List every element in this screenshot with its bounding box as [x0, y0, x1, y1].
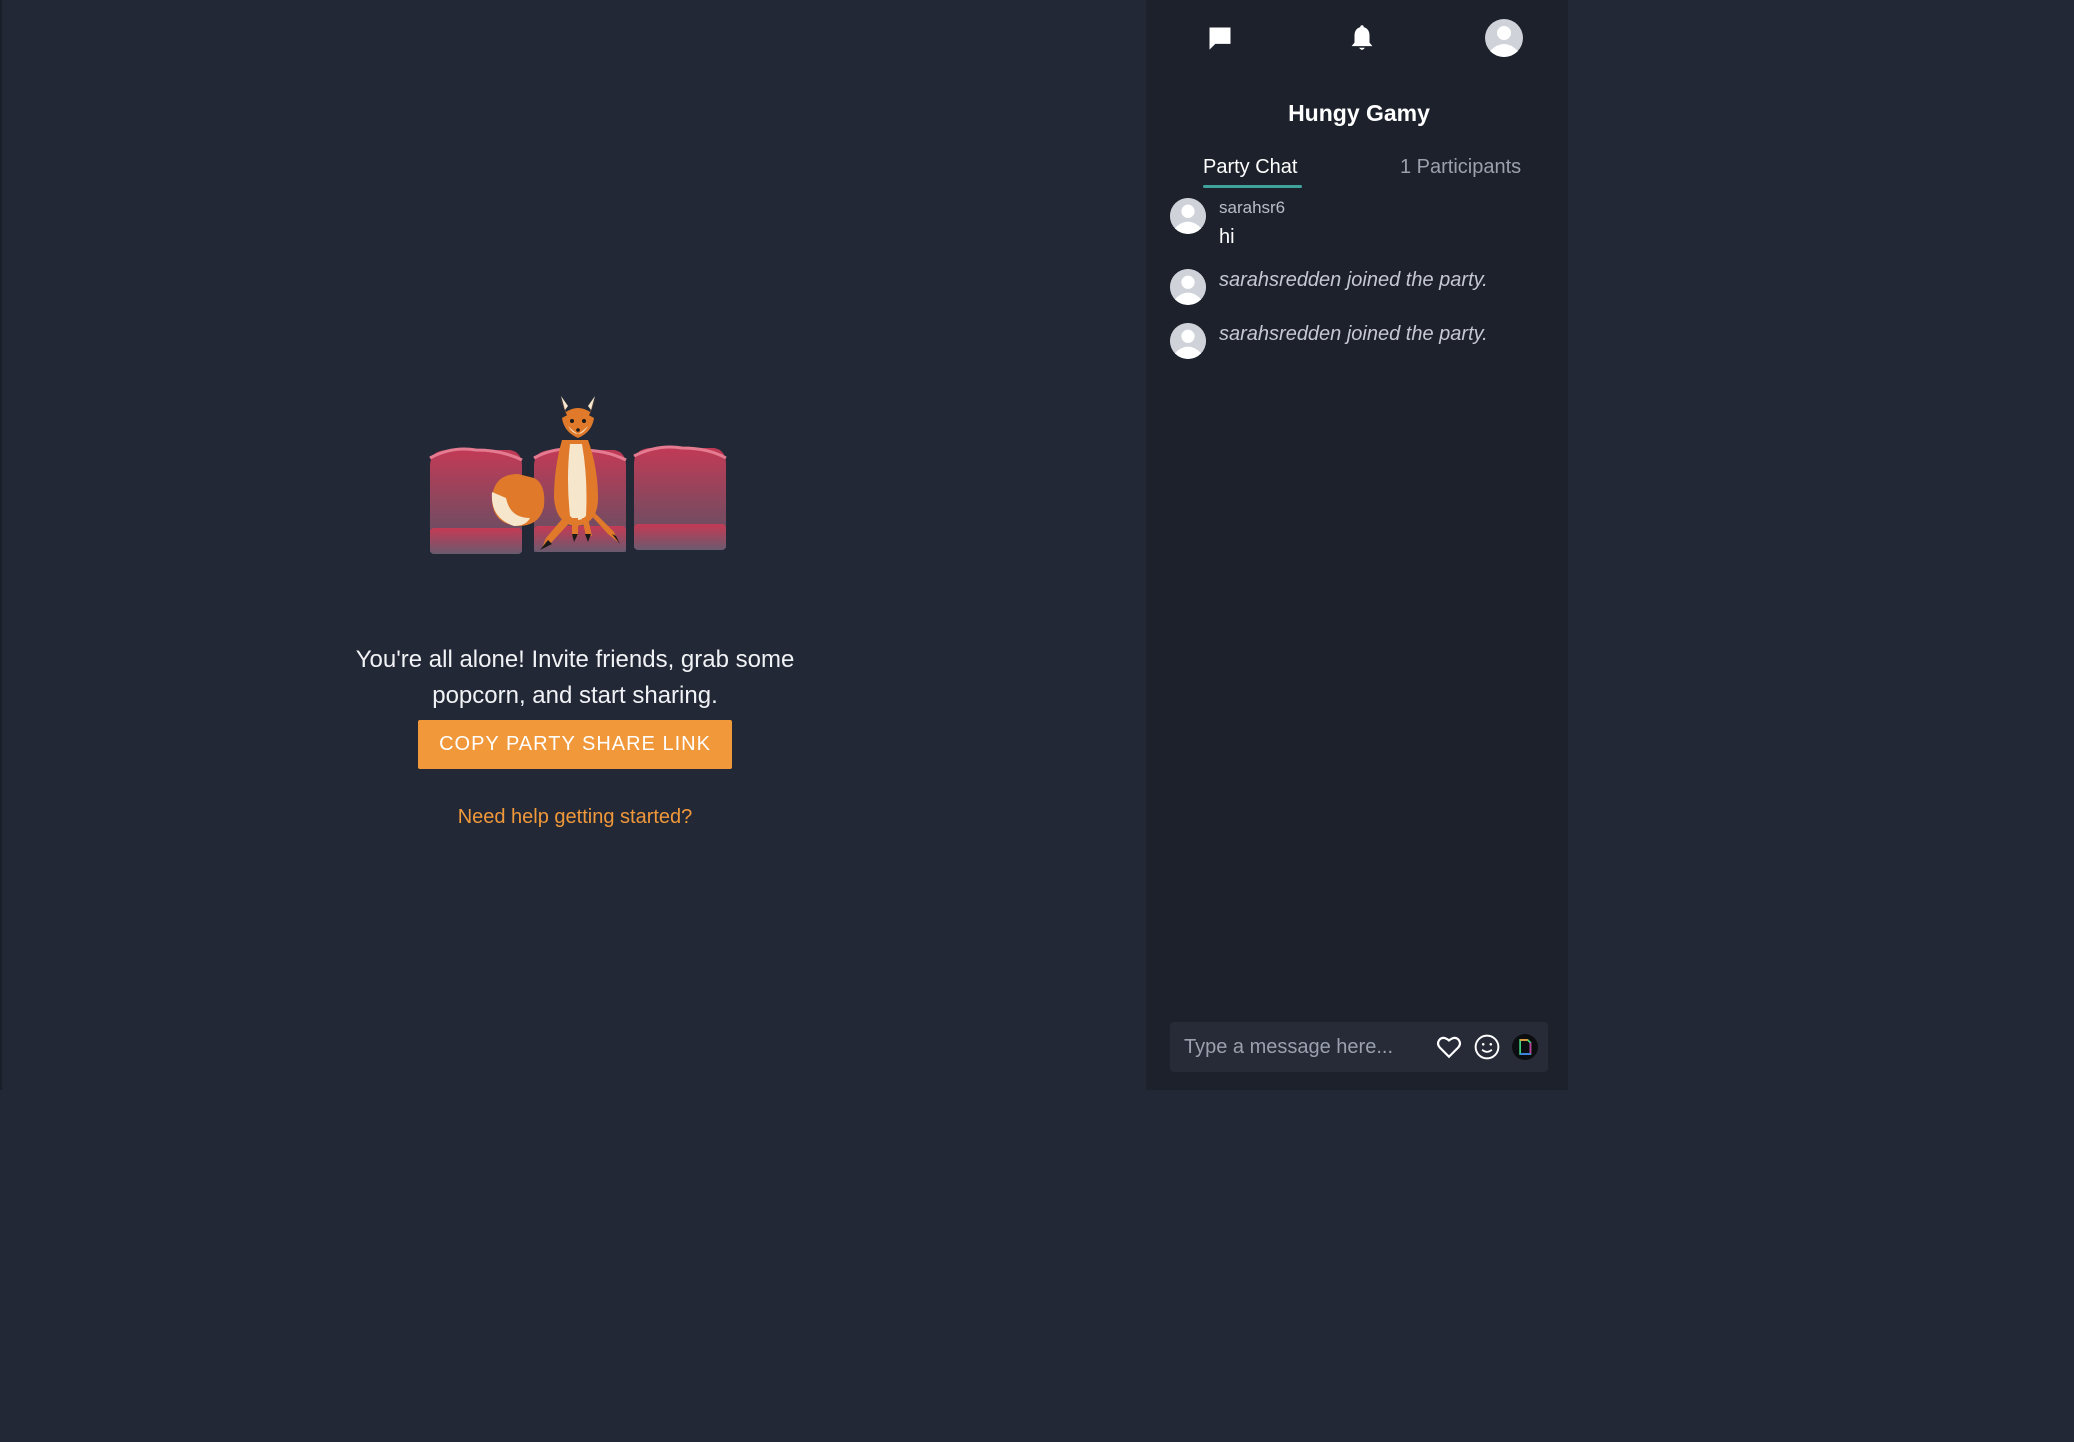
- help-getting-started-link[interactable]: Need help getting started?: [375, 806, 775, 829]
- avatar: [1170, 198, 1206, 234]
- message-input[interactable]: [1184, 1022, 1434, 1072]
- system-message-text: sarahsredden joined the party.: [1219, 269, 1488, 291]
- message-text: hi: [1219, 226, 1235, 248]
- empty-state-message: You're all alone! Invite friends, grab s…: [355, 646, 795, 709]
- message-username: sarahsr6: [1219, 198, 1286, 217]
- copy-party-share-link-button[interactable]: COPY PARTY SHARE LINK: [418, 720, 732, 769]
- heart-icon[interactable]: [1436, 1034, 1462, 1060]
- system-message-text: sarahsredden joined the party.: [1219, 323, 1488, 345]
- emoji-icon[interactable]: [1474, 1034, 1500, 1060]
- message-composer: [1170, 1022, 1548, 1072]
- fox-theater-illustration: [429, 396, 727, 554]
- active-tab-indicator: [1203, 185, 1302, 188]
- bell-icon[interactable]: [1342, 18, 1382, 58]
- avatar: [1170, 323, 1206, 359]
- party-title: Hungy Gamy: [1288, 100, 1430, 126]
- chat-icon[interactable]: [1200, 18, 1240, 58]
- tab-participants[interactable]: 1 Participants: [1400, 156, 1521, 179]
- sticker-icon[interactable]: [1512, 1034, 1538, 1060]
- user-avatar-icon[interactable]: [1484, 18, 1524, 58]
- main-area: You're all alone! Invite friends, grab s…: [0, 0, 1146, 1090]
- avatar: [1170, 269, 1206, 305]
- tab-party-chat[interactable]: Party Chat: [1203, 156, 1297, 179]
- party-sidebar: Hungy Gamy Party Chat 1 Participants sar…: [1146, 0, 1568, 1090]
- empty-state: You're all alone! Invite friends, grab s…: [2, 0, 1148, 1090]
